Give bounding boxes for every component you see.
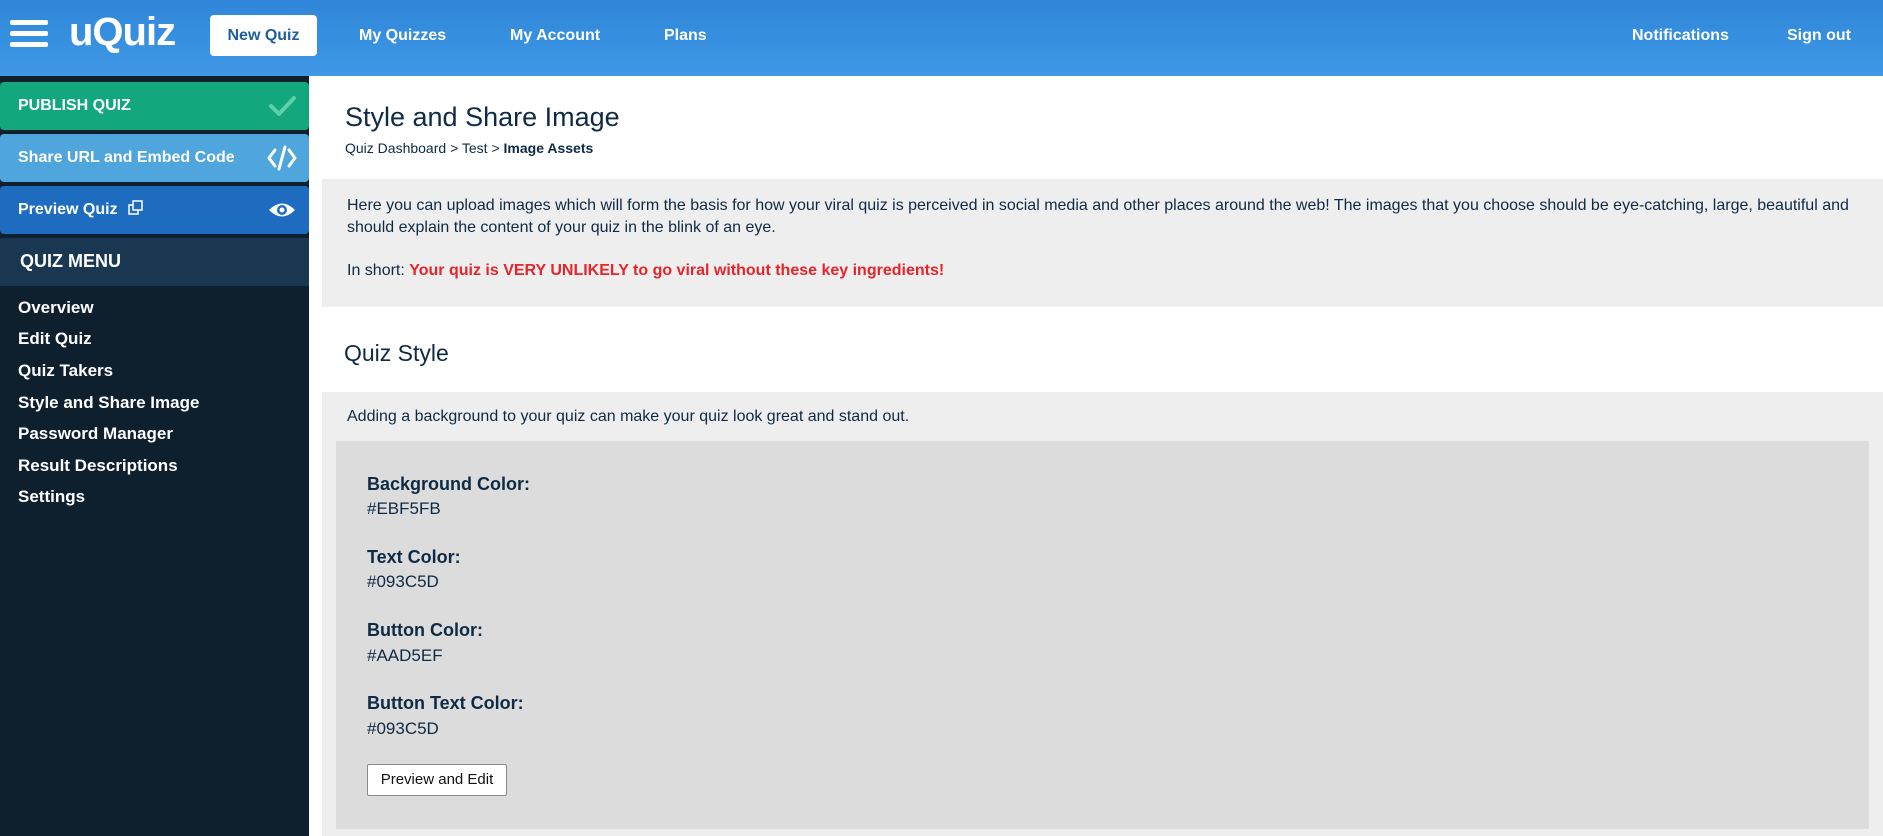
share-url-label: Share URL and Embed Code xyxy=(18,149,235,166)
external-window-icon xyxy=(128,200,143,215)
breadcrumb-dashboard[interactable]: Quiz Dashboard xyxy=(345,140,446,156)
in-short-label: In short: xyxy=(347,262,405,279)
button-text-color-label: Button Text Color: xyxy=(367,693,524,713)
breadcrumb-quiz[interactable]: Test xyxy=(462,140,488,156)
breadcrumb-separator: > xyxy=(450,140,459,156)
menu-item-quiz-takers[interactable]: Quiz Takers xyxy=(18,361,113,381)
nav-plans[interactable]: Plans xyxy=(664,15,707,56)
button-color-value: #AAD5EF xyxy=(367,646,443,665)
menu-item-result-descriptions[interactable]: Result Descriptions xyxy=(18,456,178,476)
menu-item-overview[interactable]: Overview xyxy=(18,298,94,318)
hamburger-menu-icon[interactable] xyxy=(10,20,48,50)
preview-quiz-button[interactable]: Preview Quiz xyxy=(0,186,309,234)
share-url-embed-button[interactable]: Share URL and Embed Code xyxy=(0,134,309,182)
quiz-style-heading: Quiz Style xyxy=(344,340,449,366)
breadcrumb-current: Image Assets xyxy=(503,140,594,156)
menu-item-edit-quiz[interactable]: Edit Quiz xyxy=(18,329,92,349)
page-title: Style and Share Image xyxy=(345,102,620,132)
intro-panel: Here you can upload images which will fo… xyxy=(322,179,1883,307)
nav-my-quizzes[interactable]: My Quizzes xyxy=(359,15,446,56)
nav-my-account[interactable]: My Account xyxy=(510,15,600,56)
quiz-style-description: Adding a background to your quiz can mak… xyxy=(347,408,910,425)
button-color-label: Button Color: xyxy=(367,620,483,640)
preview-quiz-label: Preview Quiz xyxy=(18,201,118,218)
menu-item-settings[interactable]: Settings xyxy=(18,487,85,507)
menu-item-style-share-image[interactable]: Style and Share Image xyxy=(18,393,199,413)
text-color-label: Text Color: xyxy=(367,547,461,567)
sidebar: PUBLISH QUIZ Share URL and Embed Code Pr… xyxy=(0,76,309,836)
breadcrumb: Quiz Dashboard > Test > Image Assets xyxy=(345,140,593,156)
top-navigation-bar: uQuiz New Quiz My Quizzes My Account Pla… xyxy=(0,0,1883,76)
logo[interactable]: uQuiz xyxy=(69,10,176,55)
menu-item-password-manager[interactable]: Password Manager xyxy=(18,424,173,444)
style-settings-card: Background Color: #EBF5FB Text Color: #0… xyxy=(336,441,1869,829)
quiz-style-panel: Adding a background to your quiz can mak… xyxy=(322,392,1883,836)
preview-and-edit-button[interactable]: Preview and Edit xyxy=(367,764,507,796)
background-color-label: Background Color: xyxy=(367,474,531,494)
in-short-line: In short: Your quiz is VERY UNLIKELY to … xyxy=(347,262,944,280)
quiz-menu-title: QUIZ MENU xyxy=(20,251,121,271)
breadcrumb-separator: > xyxy=(491,140,500,156)
button-text-color-value: #093C5D xyxy=(367,719,439,738)
publish-quiz-button[interactable]: PUBLISH QUIZ xyxy=(0,82,309,130)
nav-notifications[interactable]: Notifications xyxy=(1632,15,1729,56)
intro-text: Here you can upload images which will fo… xyxy=(347,197,1849,236)
publish-quiz-label: PUBLISH QUIZ xyxy=(18,97,131,114)
checkmark-icon xyxy=(269,96,296,116)
text-color-value: #093C5D xyxy=(367,572,439,591)
new-quiz-button[interactable]: New Quiz xyxy=(210,15,317,56)
code-icon xyxy=(267,145,297,171)
quiz-menu-heading: QUIZ MENU xyxy=(0,238,309,286)
nav-sign-out[interactable]: Sign out xyxy=(1787,15,1851,56)
in-short-warning: Your quiz is VERY UNLIKELY to go viral w… xyxy=(409,262,945,279)
eye-icon xyxy=(269,203,295,217)
background-color-value: #EBF5FB xyxy=(367,499,441,518)
main-content: Style and Share Image Quiz Dashboard > T… xyxy=(322,76,1883,836)
